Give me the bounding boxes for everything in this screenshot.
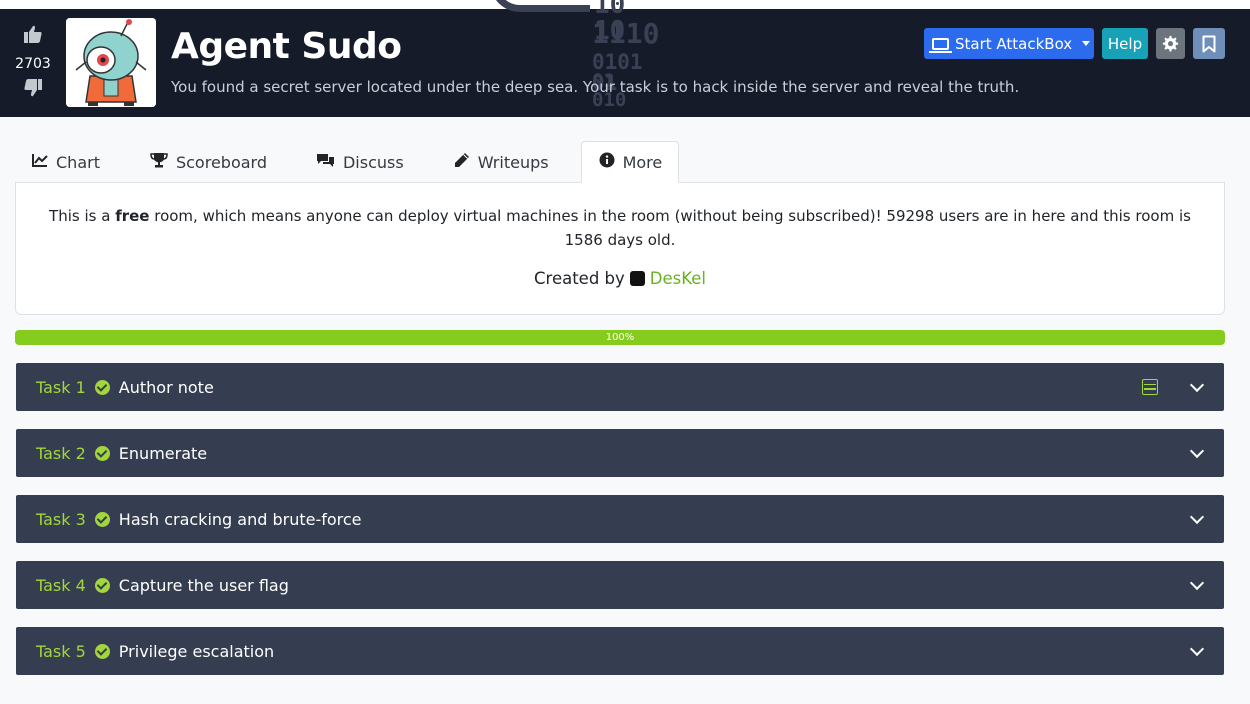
server-icon[interactable] — [1142, 379, 1158, 395]
tab-chart[interactable]: Chart — [15, 141, 128, 183]
task-title: Enumerate — [118, 443, 208, 463]
room-info-panel: This is a free room, which means anyone … — [15, 182, 1225, 315]
bookmark-icon — [1202, 35, 1216, 52]
vote-widget: 2703 — [8, 24, 58, 102]
task-title: Author note — [118, 377, 214, 397]
free-label: free — [115, 207, 150, 225]
check-circle-icon — [94, 511, 110, 527]
progress-fill: 100% — [15, 330, 1225, 345]
caret-down-icon[interactable] — [1082, 41, 1091, 46]
alien-agent-logo-icon — [66, 18, 156, 107]
bookmark-button[interactable] — [1193, 28, 1225, 59]
task-number: Task 3 — [36, 509, 86, 529]
author-link[interactable]: DesKel — [650, 269, 706, 288]
laptop-icon — [929, 37, 952, 53]
chevron-down-icon[interactable] — [1189, 443, 1205, 459]
check-circle-icon — [94, 445, 110, 461]
room-tabs: Chart Scoreboard Discuss Writeups More — [15, 141, 680, 183]
task-1[interactable]: Task 1 Author note — [16, 363, 1224, 411]
gear-icon — [1162, 35, 1179, 52]
tab-writeups[interactable]: Writeups — [435, 141, 581, 183]
task-number: Task 1 — [36, 377, 86, 397]
start-attackbox-button[interactable]: Start AttackBox — [924, 28, 1094, 59]
check-circle-icon — [94, 379, 110, 395]
task-2[interactable]: Task 2 Enumerate — [16, 429, 1224, 477]
settings-button[interactable] — [1156, 28, 1185, 59]
room-logo — [66, 18, 156, 107]
chevron-down-icon[interactable] — [1189, 377, 1205, 393]
task-3[interactable]: Task 3 Hash cracking and brute-force — [16, 495, 1224, 543]
trophy-icon — [150, 152, 168, 172]
attackbox-label: Start AttackBox — [955, 34, 1073, 53]
created-by: Created by DesKel — [534, 269, 706, 288]
task-title: Privilege escalation — [118, 641, 275, 661]
chevron-down-icon[interactable] — [1189, 641, 1205, 657]
task-number: Task 2 — [36, 443, 86, 463]
vote-count: 2703 — [15, 56, 51, 72]
avatar — [629, 271, 645, 286]
thumbs-up-icon[interactable] — [8, 24, 58, 48]
comments-icon — [316, 153, 335, 172]
check-circle-icon — [94, 577, 110, 593]
task-title: Capture the user flag — [118, 575, 289, 595]
check-circle-icon — [94, 643, 110, 659]
tab-more[interactable]: More — [580, 141, 680, 183]
room-info-text: This is a free room, which means anyone … — [49, 207, 1191, 249]
task-5[interactable]: Task 5 Privilege escalation — [16, 627, 1224, 675]
task-number: Task 4 — [36, 575, 86, 595]
help-button[interactable]: Help — [1102, 28, 1148, 59]
room-progress-bar: 100% — [15, 330, 1225, 345]
chevron-down-icon[interactable] — [1189, 575, 1205, 591]
room-description: You found a secret server located under … — [171, 78, 1020, 96]
line-chart-icon — [32, 153, 48, 171]
pen-icon — [454, 152, 470, 172]
tab-scoreboard[interactable]: Scoreboard — [128, 141, 297, 183]
room-header: 10 10 1110 0101 01 01 010 2703 Agent Sud… — [0, 0, 1250, 117]
chevron-down-icon[interactable] — [1189, 509, 1205, 525]
room-title: Agent Sudo — [171, 26, 402, 67]
thumbs-down-icon[interactable] — [8, 78, 58, 102]
info-icon — [599, 152, 615, 172]
task-title: Hash cracking and brute-force — [118, 509, 362, 529]
task-number: Task 5 — [36, 641, 86, 661]
task-4[interactable]: Task 4 Capture the user flag — [16, 561, 1224, 609]
tab-discuss[interactable]: Discuss — [297, 141, 435, 183]
